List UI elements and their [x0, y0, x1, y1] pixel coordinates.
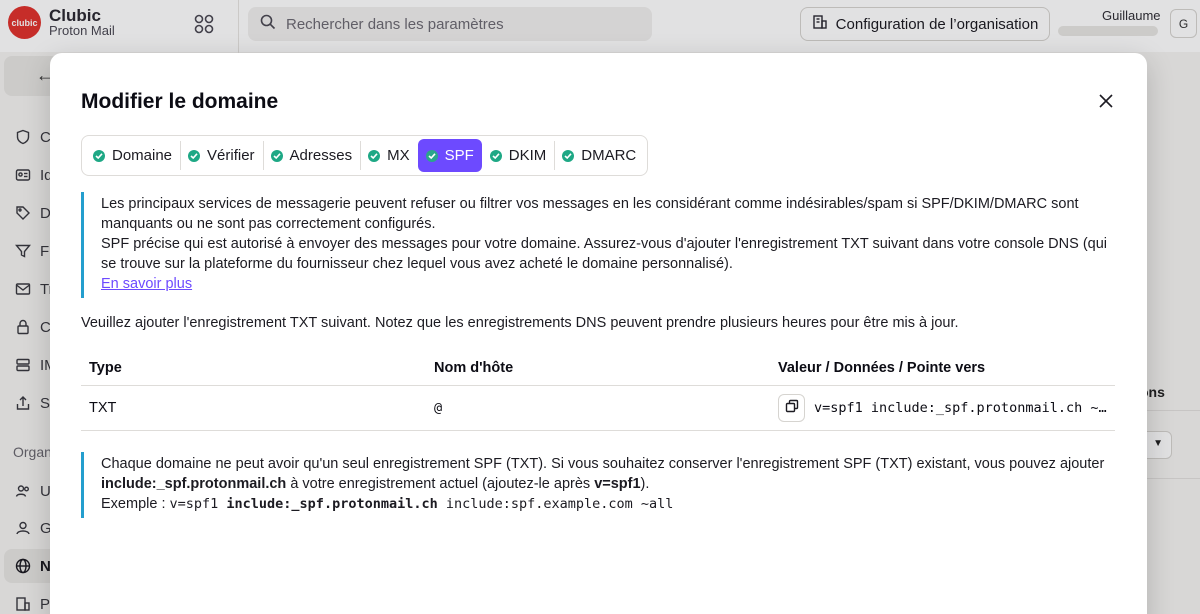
domain-steps-tabs: Domaine Vérifier Adresses MX SPF DKIM DM…	[81, 135, 649, 176]
copy-icon	[785, 399, 799, 417]
tab-dmarc[interactable]: DMARC	[554, 139, 644, 172]
example-line: Exemple : v=spf1 include:_spf.protonmail…	[101, 496, 674, 512]
header-value: Valeur / Données / Pointe vers	[778, 359, 986, 376]
close-button[interactable]	[1095, 92, 1117, 114]
record-host: @	[434, 400, 443, 416]
tab-adresses[interactable]: Adresses	[262, 139, 361, 172]
header-type: Type	[89, 359, 122, 376]
spf-warning-notice: Chaque domaine ne peut avoir qu'un seul …	[81, 452, 1111, 518]
copy-button[interactable]	[778, 394, 805, 422]
tab-verifier[interactable]: Vérifier	[180, 139, 263, 172]
learn-more-link[interactable]: En savoir plus	[101, 276, 192, 292]
edit-domain-modal: Modifier le domaine Domaine Vérifier Adr…	[50, 53, 1147, 614]
check-icon	[270, 149, 283, 162]
dns-record-table: Type Nom d'hôte Valeur / Données / Point…	[81, 350, 1115, 431]
check-icon	[562, 149, 575, 162]
check-icon	[425, 149, 438, 162]
tab-domaine[interactable]: Domaine	[85, 139, 180, 172]
warning-text: Chaque domaine ne peut avoir qu'un seul …	[101, 456, 1105, 492]
check-icon	[93, 149, 105, 162]
table-header: Type Nom d'hôte Valeur / Données / Point…	[81, 350, 1115, 386]
tab-mx[interactable]: MX	[360, 139, 418, 172]
table-row: TXT @ v=spf1 include:_spf.protonmail.ch …	[81, 386, 1115, 431]
record-type: TXT	[89, 400, 117, 416]
header-hostname: Nom d'hôte	[434, 359, 514, 376]
check-icon	[489, 149, 502, 162]
tab-spf[interactable]: SPF	[417, 139, 482, 172]
notice-text-1: Les principaux services de messagerie pe…	[101, 196, 1079, 232]
close-icon	[1099, 93, 1113, 113]
instruction-text: Veuillez ajouter l'enregistrement TXT su…	[81, 315, 959, 331]
tab-dkim[interactable]: DKIM	[482, 139, 555, 172]
modal-title: Modifier le domaine	[81, 90, 279, 113]
notice-text-2: SPF précise qui est autorisé à envoyer d…	[101, 236, 1108, 272]
record-value[interactable]: v=spf1 include:_spf.protonmail.ch ~all	[814, 400, 1114, 416]
check-icon	[368, 149, 381, 162]
check-icon	[188, 149, 201, 162]
spf-info-notice: Les principaux services de messagerie pe…	[81, 192, 1111, 298]
